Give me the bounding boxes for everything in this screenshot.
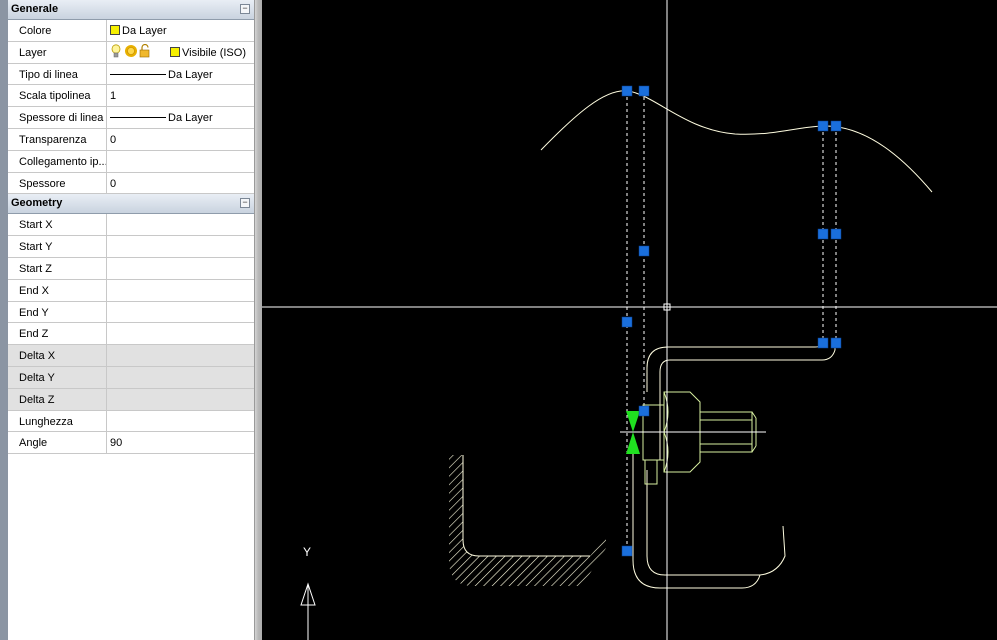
prop-name: Delta Y: [19, 372, 55, 384]
column-divider: [106, 41, 107, 63]
lineweight-preview: [110, 117, 166, 119]
prop-name: Tipo di linea: [19, 68, 78, 81]
prop-row-start-y[interactable]: Start Y: [8, 236, 254, 258]
column-divider: [106, 432, 107, 454]
column-divider: [106, 85, 107, 107]
prop-name: Spessore: [19, 177, 66, 190]
column-divider: [106, 345, 107, 366]
grip-point: [638, 405, 650, 417]
column-divider: [106, 172, 107, 194]
grip-point: [638, 245, 650, 257]
prop-name: Angle: [19, 437, 48, 450]
grip-point: [830, 120, 842, 132]
prop-row-scala-tipolinea[interactable]: Scala tipolinea 1: [8, 85, 254, 108]
prop-row-delta-x: Delta X: [8, 345, 254, 367]
lightbulb-icon: [111, 44, 121, 58]
prop-name: End Y: [19, 306, 49, 319]
column-divider: [106, 236, 107, 257]
prop-name: End Z: [19, 328, 49, 341]
prop-value[interactable]: 1: [110, 90, 116, 102]
prop-row-collegamento[interactable]: Collegamento ip...: [8, 150, 254, 173]
column-divider: [106, 279, 107, 301]
grip-point: [830, 228, 842, 240]
prop-value[interactable]: 0: [110, 134, 116, 146]
prop-value-text: Da Layer: [122, 25, 167, 37]
section-geometry[interactable]: Geometry −: [8, 194, 254, 215]
lock-icon: [139, 43, 150, 58]
prop-name: Delta Z: [19, 393, 55, 406]
column-divider: [106, 63, 107, 85]
prop-row-delta-z: Delta Z: [8, 388, 254, 411]
grip-point: [817, 337, 829, 349]
prop-value-text: Visibile (ISO): [182, 46, 246, 59]
prop-value[interactable]: 0: [110, 178, 116, 190]
column-divider: [106, 20, 107, 41]
prop-row-lunghezza[interactable]: Lunghezza: [8, 410, 254, 433]
properties-palette: Generale − Colore Da Layer Layer Visibil…: [8, 0, 254, 640]
prop-row-spessore[interactable]: Spessore 0: [8, 172, 254, 195]
prop-row-end-y[interactable]: End Y: [8, 301, 254, 324]
column-divider: [106, 214, 107, 236]
prop-row-transparenza[interactable]: Transparenza 0: [8, 129, 254, 151]
column-divider: [106, 301, 107, 323]
grip-point: [817, 228, 829, 240]
prop-name: Transparenza: [19, 134, 87, 146]
prop-row-layer[interactable]: Layer Visibile (ISO): [8, 41, 254, 64]
prop-name: Collegamento ip...: [19, 155, 108, 168]
prop-row-angle[interactable]: Angle 90: [8, 432, 254, 455]
prop-name: Start Y: [19, 241, 53, 254]
prop-name: Start Z: [19, 263, 53, 275]
prop-row-end-x[interactable]: End X: [8, 279, 254, 302]
prop-name: Layer: [19, 46, 47, 59]
grip-point: [830, 337, 842, 349]
grip-point: [621, 316, 633, 328]
column-divider: [106, 258, 107, 279]
prop-value[interactable]: Da Layer: [110, 112, 213, 124]
color-swatch-icon: [170, 46, 180, 57]
prop-value-text: Da Layer: [168, 112, 213, 125]
collapse-icon[interactable]: −: [240, 198, 250, 209]
color-swatch-icon: [110, 25, 120, 35]
prop-name: End X: [19, 284, 49, 297]
prop-name: Start X: [19, 219, 53, 232]
grip-point: [817, 120, 829, 132]
prop-row-end-z[interactable]: End Z: [8, 323, 254, 346]
section-generale[interactable]: Generale −: [8, 0, 254, 20]
prop-name: Delta X: [19, 350, 56, 363]
column-divider: [106, 367, 107, 388]
section-title: Geometry: [11, 197, 63, 210]
column-divider: [106, 388, 107, 410]
column-divider: [106, 107, 107, 128]
section-title: Generale: [11, 3, 59, 15]
prop-row-start-x[interactable]: Start X: [8, 214, 254, 237]
prop-name: Colore: [19, 25, 52, 37]
prop-value[interactable]: 90: [110, 437, 122, 449]
column-divider: [106, 150, 107, 172]
prop-row-colore[interactable]: Colore Da Layer: [8, 20, 254, 42]
grip-point: [621, 85, 633, 97]
prop-value[interactable]: Da Layer: [110, 25, 167, 37]
prop-row-spessore-di-linea[interactable]: Spessore di linea Da Layer: [8, 107, 254, 129]
prop-value[interactable]: Da Layer: [110, 69, 213, 81]
tool-palette-edge: [0, 0, 8, 640]
collapse-icon[interactable]: −: [240, 4, 250, 14]
column-divider: [106, 323, 107, 345]
prop-value-text: Da Layer: [168, 68, 213, 81]
drawing-viewport[interactable]: Y: [262, 0, 997, 640]
column-divider: [106, 410, 107, 432]
prop-row-tipo-di-linea[interactable]: Tipo di linea Da Layer: [8, 63, 254, 86]
prop-row-delta-y: Delta Y: [8, 367, 254, 389]
column-divider: [106, 129, 107, 150]
grip-point: [638, 85, 650, 97]
prop-value[interactable]: Visibile (ISO): [110, 43, 246, 59]
sun-freeze-icon: [125, 44, 137, 57]
prop-row-start-z[interactable]: Start Z: [8, 258, 254, 280]
linetype-preview: [110, 73, 166, 75]
prop-name: Spessore di linea: [19, 112, 104, 125]
grip-point: [621, 545, 633, 557]
ucs-y-label: Y: [303, 545, 311, 559]
prop-name: Scala tipolinea: [19, 90, 91, 103]
prop-name: Lunghezza: [19, 415, 73, 428]
layer-state-icons: [111, 43, 150, 58]
